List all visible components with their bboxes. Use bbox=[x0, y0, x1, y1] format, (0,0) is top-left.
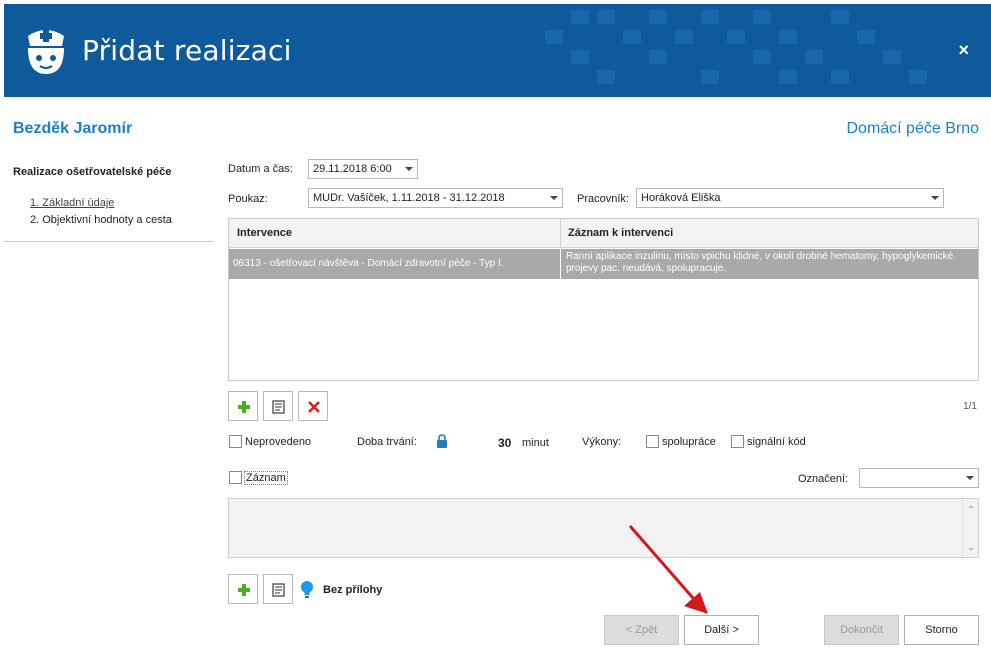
scrollbar[interactable] bbox=[962, 499, 978, 557]
wizard-heading: Realizace ošetřovatelské péče bbox=[13, 166, 172, 178]
zaznam-label: Záznam bbox=[244, 471, 288, 485]
add-intervention-button[interactable] bbox=[228, 391, 258, 421]
delete-icon bbox=[308, 401, 320, 413]
patient-name: Bezděk Jaromír bbox=[13, 120, 133, 137]
table-header: Intervence Záznam k intervenci bbox=[229, 219, 978, 248]
lightbulb-icon bbox=[301, 581, 313, 598]
poukaz-select[interactable]: MUDr. Vašíček, 1.11.2018 - 31.12.2018 bbox=[308, 188, 563, 208]
neprovedeno-checkbox[interactable] bbox=[229, 435, 242, 448]
header-pattern bbox=[545, 10, 927, 84]
left-divider bbox=[4, 241, 213, 242]
note-icon bbox=[272, 583, 285, 597]
lock-icon[interactable] bbox=[436, 434, 448, 448]
chevron-down-icon bbox=[931, 196, 939, 200]
attachments-status: Bez přílohy bbox=[323, 584, 383, 596]
column-header-zaznam[interactable]: Záznam k intervenci bbox=[568, 227, 673, 239]
poukaz-label: Poukaz: bbox=[228, 193, 268, 205]
doba-label: Doba trvání: bbox=[357, 436, 417, 448]
annotation-arrow bbox=[628, 525, 708, 614]
interventions-table[interactable]: Intervence Záznam k intervenci 06313 - o… bbox=[228, 218, 979, 381]
signalni-kod-checkbox[interactable] bbox=[731, 435, 744, 448]
duration-unit: minut bbox=[522, 437, 549, 449]
table-row[interactable]: 06313 - ošetřovací návštěva - Domácí zdr… bbox=[229, 249, 978, 279]
spoluprace-label: spolupráce bbox=[662, 436, 716, 448]
wizard-step-basic[interactable]: 1. Základní údaje bbox=[30, 197, 114, 209]
dialog-title: Přidat realizaci bbox=[82, 34, 292, 67]
duration-value: 30 bbox=[498, 436, 512, 450]
zaznam-checkbox[interactable] bbox=[229, 471, 242, 484]
cell-zaznam: Ranní aplikace inzulinu, místo vpichu kl… bbox=[566, 251, 954, 274]
datetime-label: Datum a čas: bbox=[228, 163, 293, 175]
signalni-kod-label: signální kód bbox=[747, 436, 806, 448]
cancel-button[interactable]: Storno bbox=[904, 615, 979, 645]
cell-intervence: 06313 - ošetřovací návštěva - Domácí zdr… bbox=[233, 258, 504, 269]
datetime-value: 29.11.2018 6:00 bbox=[313, 163, 392, 175]
delete-intervention-button[interactable] bbox=[298, 391, 328, 421]
chevron-down-icon bbox=[405, 167, 413, 171]
organization-name: Domácí péče Brno bbox=[846, 120, 979, 137]
finish-button[interactable]: Dokončit bbox=[824, 615, 899, 645]
close-icon[interactable]: × bbox=[958, 40, 969, 61]
oznaceni-label: Označení: bbox=[798, 473, 849, 485]
datetime-picker[interactable]: 29.11.2018 6:00 bbox=[308, 159, 418, 179]
note-icon bbox=[272, 400, 285, 414]
dialog-header: Přidat realizaci × bbox=[4, 4, 991, 97]
pracovnik-select[interactable]: Horáková Eliška bbox=[636, 188, 944, 208]
pracovnik-value: Horáková Eliška bbox=[641, 192, 721, 204]
chevron-down-icon bbox=[550, 196, 558, 200]
pager-count: 1/1 bbox=[963, 401, 977, 412]
oznaceni-select[interactable] bbox=[859, 468, 979, 488]
wizard-step-objective[interactable]: 2. Objektivní hodnoty a cesta bbox=[30, 214, 172, 226]
plus-icon bbox=[238, 401, 250, 413]
scroll-up-icon[interactable] bbox=[968, 505, 974, 508]
zaznam-textarea[interactable] bbox=[228, 498, 979, 558]
pracovnik-label: Pracovník: bbox=[577, 193, 629, 205]
neprovedeno-label: Neprovedeno bbox=[245, 436, 312, 448]
column-header-intervence[interactable]: Intervence bbox=[237, 227, 292, 239]
scroll-down-icon[interactable] bbox=[968, 548, 974, 551]
add-attachment-button[interactable] bbox=[228, 574, 258, 604]
poukaz-value: MUDr. Vašíček, 1.11.2018 - 31.12.2018 bbox=[313, 192, 505, 204]
vykony-label: Výkony: bbox=[582, 436, 622, 448]
nurse-icon bbox=[28, 30, 64, 74]
edit-attachment-button[interactable] bbox=[263, 574, 293, 604]
chevron-down-icon bbox=[966, 476, 974, 480]
edit-intervention-button[interactable] bbox=[263, 391, 293, 421]
spoluprace-checkbox[interactable] bbox=[646, 435, 659, 448]
plus-icon bbox=[238, 584, 250, 596]
